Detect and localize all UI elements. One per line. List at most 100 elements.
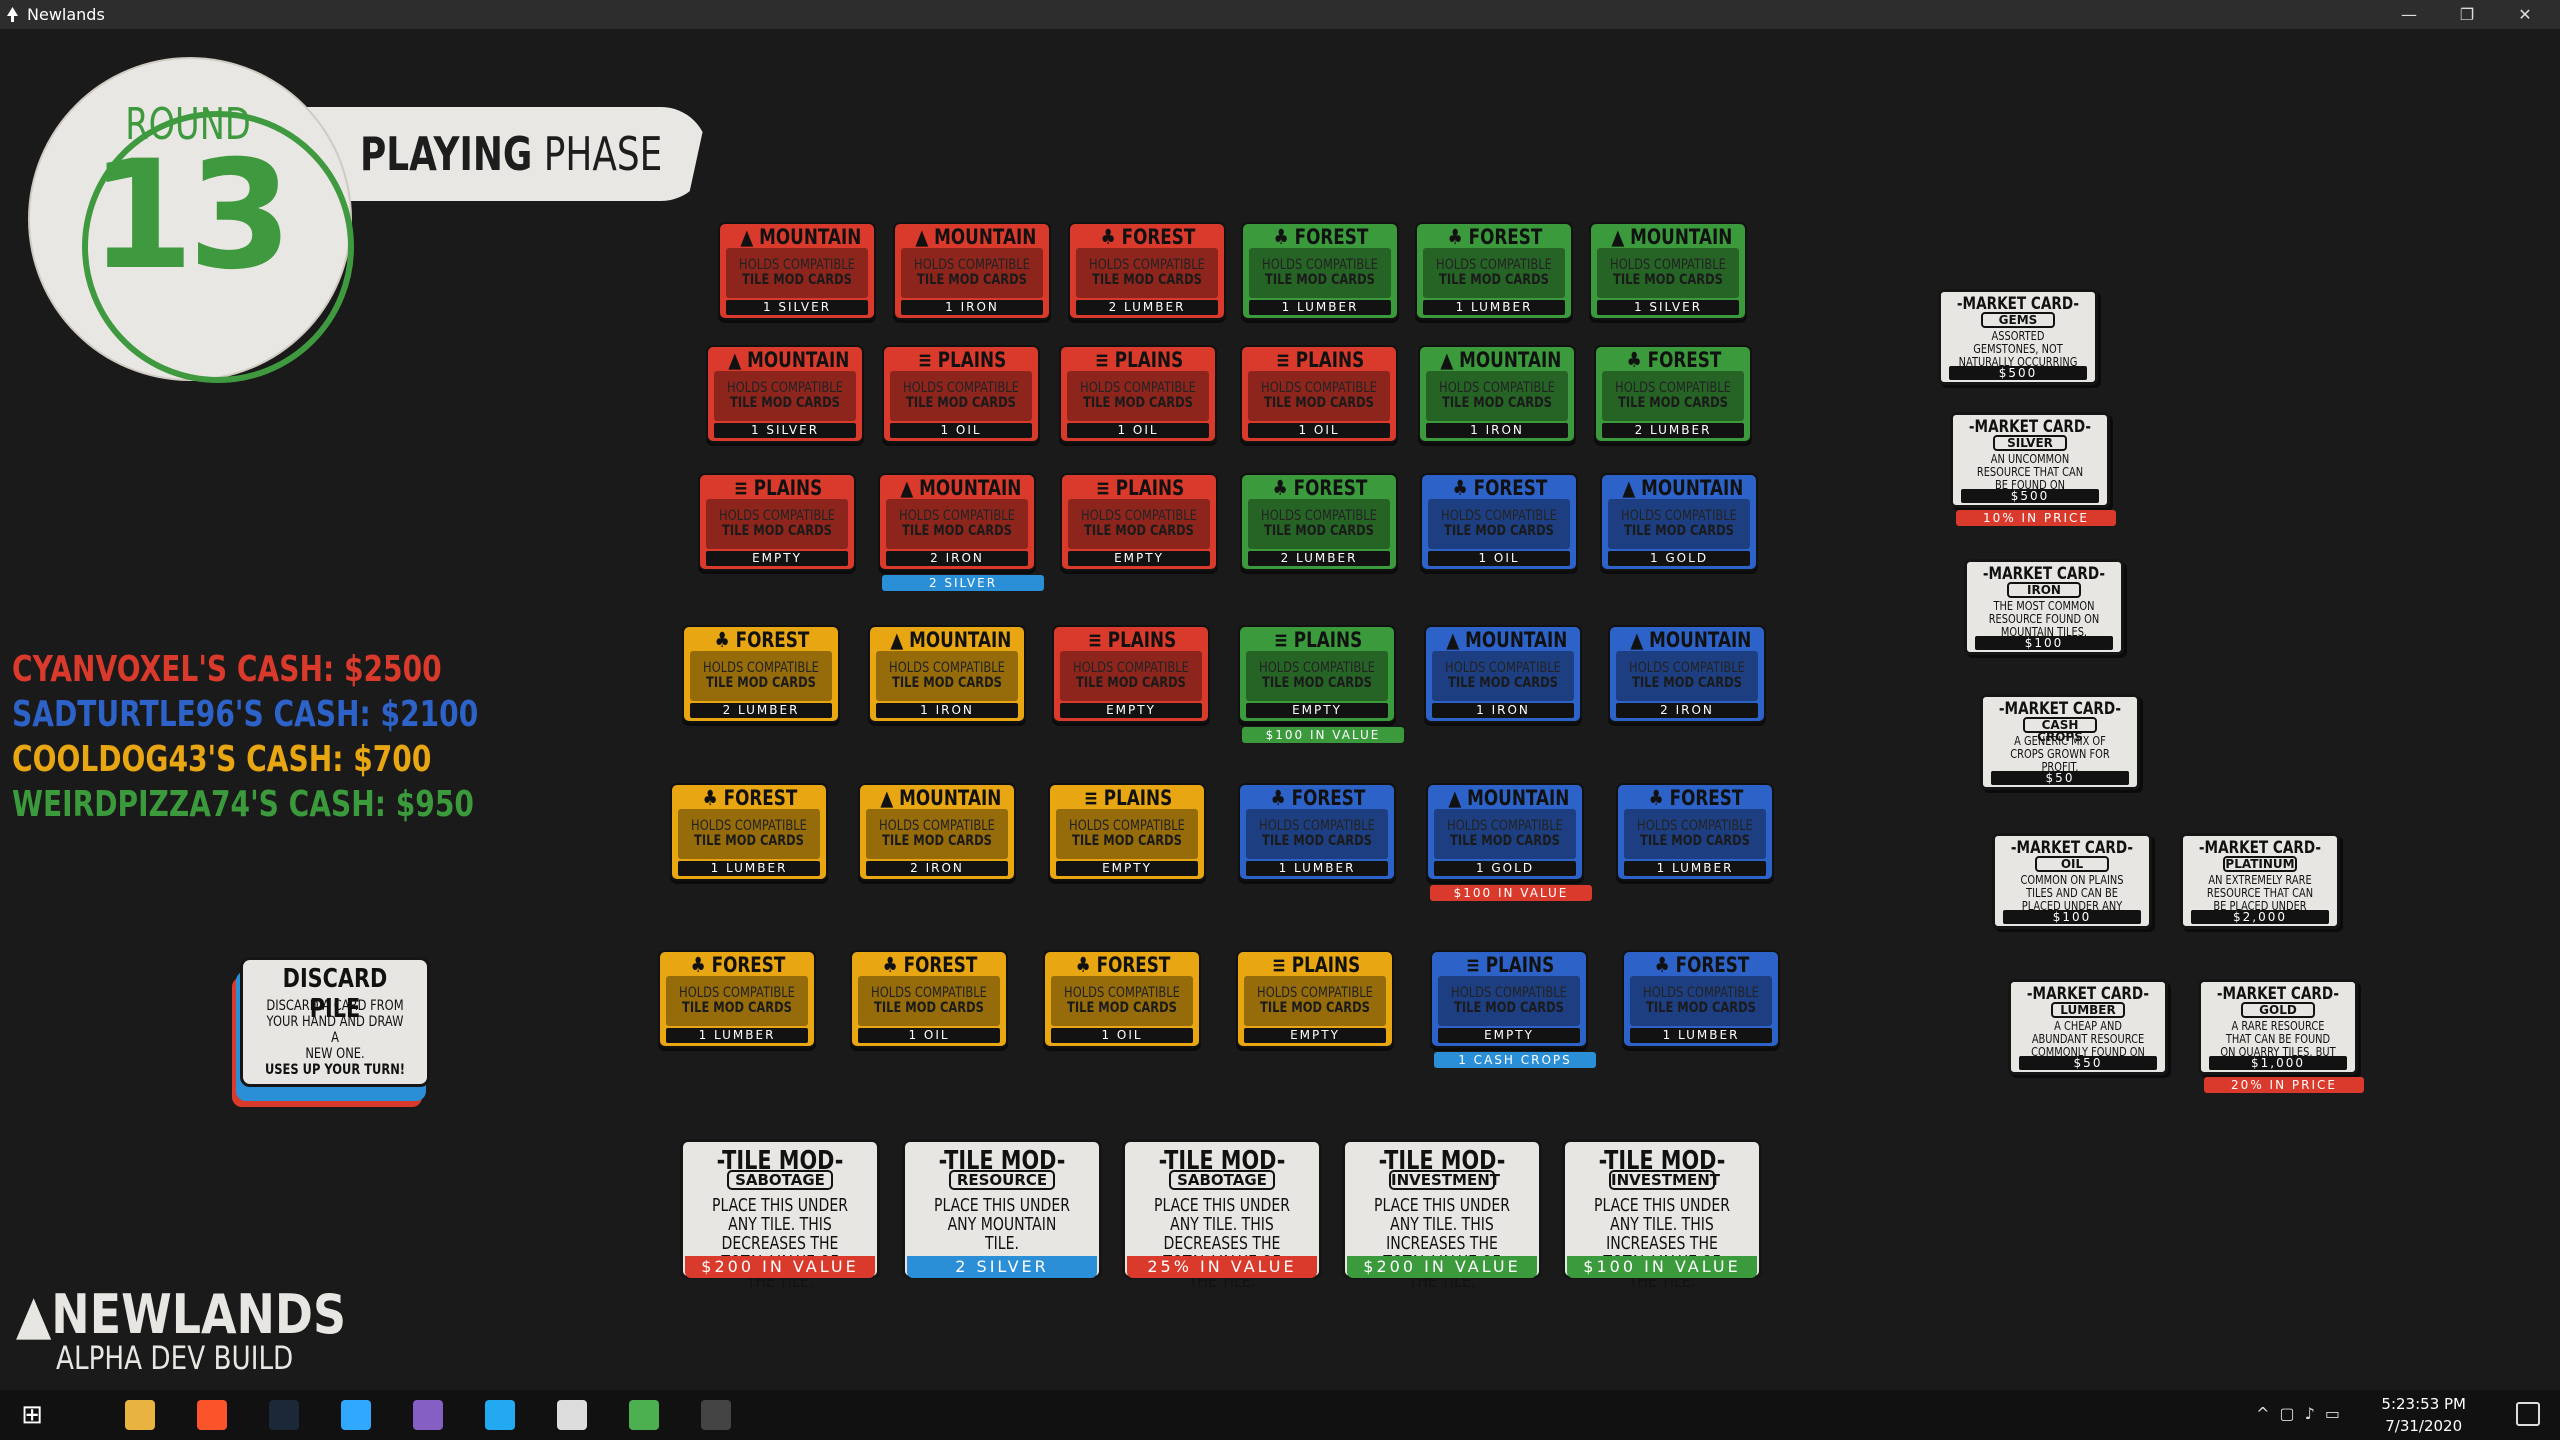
tile-card-plains[interactable]: ≡ PLAINS HOLDS COMPATIBLE TILE MOD CARDS EM…	[1236, 950, 1394, 1048]
tile-text-line-1: HOLDS COMPATIBLE	[679, 985, 795, 1001]
tile-card-plains[interactable]: ≡ PLAINS HOLDS COMPATIBLE TILE MOD CARDS 1 …	[1240, 345, 1398, 443]
market-card-lumber[interactable]: -MARKET CARD- LUMBER A CHEAP AND ABUNDANT …	[2008, 979, 2168, 1075]
tile-card-mountain[interactable]: ▲ MOUNTAIN HOLDS COMPATIBLE TILE MOD CARDS…	[1426, 783, 1584, 881]
market-card-price: $500	[1949, 366, 2087, 380]
tile-type-label: MOUNTAIN	[909, 628, 1012, 652]
market-card-gold[interactable]: -MARKET CARD- GOLD A RARE RESOURCE THAT CA…	[2198, 979, 2358, 1075]
market-card-gems[interactable]: -MARKET CARD- GEMS ASSORTED GEMSTONES, NOT…	[1938, 289, 2098, 385]
tile-card-mountain[interactable]: ▲ MOUNTAIN HOLDS COMPATIBLE TILE MOD CARDS…	[1589, 222, 1747, 320]
tile-card-forest[interactable]: ♣ FOREST HOLDS COMPATIBLE TILE MOD CARDS 1 …	[1616, 783, 1774, 881]
tile-card-resource: 1 OIL	[1051, 1028, 1193, 1043]
market-card-iron[interactable]: -MARKET CARD- IRON THE MOST COMMON RESOURC…	[1964, 559, 2124, 655]
tile-card-forest[interactable]: ♣ FOREST HOLDS COMPATIBLE TILE MOD CARDS 1 …	[1420, 473, 1578, 571]
tile-card-plains[interactable]: ≡ PLAINS HOLDS COMPATIBLE TILE MOD CARDS EM…	[698, 473, 856, 571]
tile-mod-card-investment[interactable]: -TILE MOD- INVESTMENT PLACE THIS UNDER ANY…	[1562, 1139, 1762, 1291]
market-card-price: $50	[1991, 771, 2129, 785]
tile-card-resource: 2 LUMBER	[690, 703, 832, 718]
discard-card[interactable]: DISCARD PILE DISCARD A CARD FROM YOUR HA…	[240, 957, 430, 1087]
tile-text-line-1: HOLDS COMPATIBLE	[1257, 985, 1373, 1001]
tile-card-forest[interactable]: ♣ FOREST HOLDS COMPATIBLE TILE MOD CARDS 1 …	[1622, 950, 1780, 1048]
photoshop-taskbar-button[interactable]	[328, 1395, 384, 1435]
plains-icon: ≡	[1271, 953, 1292, 977]
mountain-icon: ▲	[728, 348, 748, 372]
vscode-taskbar-button[interactable]	[472, 1395, 528, 1435]
tile-card-forest[interactable]: ♣ FOREST HOLDS COMPATIBLE TILE MOD CARDS 1 …	[658, 950, 816, 1048]
market-card-resource: GEMS	[1981, 312, 2055, 328]
logo-build: ALPHA DEV BUILD	[56, 1339, 294, 1377]
tile-type-label: MOUNTAIN	[919, 476, 1022, 500]
tile-card-mountain[interactable]: ▲ MOUNTAIN HOLDS COMPATIBLE TILE MOD CARDS…	[706, 345, 864, 443]
tile-card-mountain[interactable]: ▲ MOUNTAIN HOLDS COMPATIBLE TILE MOD CARDS…	[858, 783, 1016, 881]
tile-card-mountain[interactable]: ▲ MOUNTAIN HOLDS COMPATIBLE TILE MOD CARDS…	[1608, 625, 1766, 723]
tile-card-plains[interactable]: ≡ PLAINS HOLDS COMPATIBLE TILE MOD CARDS EM…	[1052, 625, 1210, 723]
player-cash: WEIRDPIZZA74'S CASH: $950	[12, 784, 474, 825]
tile-card-forest[interactable]: ♣ FOREST HOLDS COMPATIBLE TILE MOD CARDS 2 …	[1068, 222, 1226, 320]
market-card-oil[interactable]: -MARKET CARD- OIL COMMON ON PLAINS TILES A…	[1992, 833, 2152, 929]
tile-card-header: ♣ FOREST	[1442, 477, 1557, 499]
tile-card-mountain[interactable]: ▲ MOUNTAIN HOLDS COMPATIBLE TILE MOD CARDS…	[878, 473, 1036, 571]
tile-card-forest[interactable]: ♣ FOREST HOLDS COMPATIBLE TILE MOD CARDS 1 …	[1043, 950, 1201, 1048]
brave-taskbar-button[interactable]	[184, 1395, 240, 1435]
tile-mod-card-sabotage[interactable]: -TILE MOD- SABOTAGE PLACE THIS UNDER ANY T…	[1122, 1139, 1322, 1291]
newlands-app-taskbar-button[interactable]	[688, 1395, 744, 1435]
tile-card-header: ♣ FOREST	[1262, 477, 1377, 499]
tile-card-text: HOLDS COMPATIBLE TILE MOD CARDS	[739, 258, 855, 288]
tile-modifier-tag: 2 SILVER	[882, 575, 1044, 591]
tile-card-forest[interactable]: ♣ FOREST HOLDS COMPATIBLE TILE MOD CARDS 2 …	[1594, 345, 1752, 443]
tile-card-plains[interactable]: ≡ PLAINS HOLDS COMPATIBLE TILE MOD CARDS EM…	[1060, 473, 1218, 571]
tile-type-label: PLAINS	[1295, 348, 1365, 372]
tile-mod-card-resource[interactable]: -TILE MOD- RESOURCE PLACE THIS UNDER ANY M…	[902, 1139, 1102, 1279]
tile-mod-card-investment[interactable]: -TILE MOD- INVESTMENT PLACE THIS UNDER ANY…	[1342, 1139, 1542, 1291]
clock[interactable]: 5:23:53 PM 7/31/2020	[2381, 1393, 2466, 1437]
tile-card-mountain[interactable]: ▲ MOUNTAIN HOLDS COMPATIBLE TILE MOD CARDS…	[868, 625, 1026, 723]
market-card-silver[interactable]: -MARKET CARD- SILVER AN UNCOMMON RESOURCE …	[1950, 412, 2110, 508]
tile-text-line-2: TILE MOD CARDS	[1618, 395, 1728, 411]
tile-card-plains[interactable]: ≡ PLAINS HOLDS COMPATIBLE TILE MOD CARDS EM…	[1430, 950, 1588, 1048]
forest-icon: ♣	[690, 953, 712, 977]
file-explorer-taskbar-button[interactable]	[112, 1395, 168, 1435]
minimize-button[interactable]: —	[2380, 0, 2438, 29]
logo-name-row: ▲NEWLANDS	[16, 1283, 346, 1346]
market-card-platinum[interactable]: -MARKET CARD- PLATINUM AN EXTREMELY RARE R…	[2180, 833, 2340, 929]
tile-text-line-1: HOLDS COMPATIBLE	[1089, 257, 1205, 273]
tile-card-forest[interactable]: ♣ FOREST HOLDS COMPATIBLE TILE MOD CARDS 1 …	[1241, 222, 1399, 320]
tile-card-forest[interactable]: ♣ FOREST HOLDS COMPATIBLE TILE MOD CARDS 1 …	[850, 950, 1008, 1048]
tile-card-plains[interactable]: ≡ PLAINS HOLDS COMPATIBLE TILE MOD CARDS EM…	[1048, 783, 1206, 881]
tile-card-mountain[interactable]: ▲ MOUNTAIN HOLDS COMPATIBLE TILE MOD CARDS…	[718, 222, 876, 320]
tile-card-resource: EMPTY	[1438, 1028, 1580, 1043]
maximize-button[interactable]: ❐	[2438, 0, 2496, 29]
tile-card-forest[interactable]: ♣ FOREST HOLDS COMPATIBLE TILE MOD CARDS 1 …	[670, 783, 828, 881]
visual-studio-taskbar-button[interactable]	[400, 1395, 456, 1435]
chrome-taskbar-button[interactable]	[616, 1395, 672, 1435]
tile-card-forest[interactable]: ♣ FOREST HOLDS COMPATIBLE TILE MOD CARDS 2 …	[1240, 473, 1398, 571]
app-tree-icon	[7, 7, 18, 22]
tile-card-forest[interactable]: ♣ FOREST HOLDS COMPATIBLE TILE MOD CARDS 1 …	[1415, 222, 1573, 320]
tray-icons[interactable]: ^▢♪▭	[2256, 1404, 2350, 1423]
window-titlebar[interactable]: Newlands — ❐ ✕	[0, 0, 2560, 29]
tile-type-label: FOREST	[1647, 348, 1722, 372]
tile-mod-card-sabotage[interactable]: -TILE MOD- SABOTAGE PLACE THIS UNDER ANY T…	[680, 1139, 880, 1291]
tile-card-mountain[interactable]: ▲ MOUNTAIN HOLDS COMPATIBLE TILE MOD CARDS…	[1418, 345, 1576, 443]
unity-taskbar-button[interactable]	[544, 1395, 600, 1435]
tile-text-line-2: TILE MOD CARDS	[1067, 1000, 1177, 1016]
market-card-desc: A GENERIC MIX OF CROPS GROWN FOR PROFIT.	[2010, 734, 2110, 774]
tile-card-plains[interactable]: ≡ PLAINS HOLDS COMPATIBLE TILE MOD CARDS 1 …	[882, 345, 1040, 443]
notifications-icon[interactable]	[2516, 1402, 2540, 1426]
tile-text-line-1: HOLDS COMPATIBLE	[1439, 380, 1555, 396]
tile-text-line-1: HOLDS COMPATIBLE	[914, 257, 1030, 273]
windows-start-taskbar-button[interactable]: ⊞	[4, 1395, 60, 1435]
tile-card-mountain[interactable]: ▲ MOUNTAIN HOLDS COMPATIBLE TILE MOD CARDS…	[1424, 625, 1582, 723]
market-card-cash-crops[interactable]: -MARKET CARD- CASH CROPS A GENERIC MIX OF …	[1980, 694, 2140, 790]
tile-card-resource: 1 LUMBER	[1630, 1028, 1772, 1043]
tile-card-forest[interactable]: ♣ FOREST HOLDS COMPATIBLE TILE MOD CARDS 2 …	[682, 625, 840, 723]
tile-card-plains[interactable]: ≡ PLAINS HOLDS COMPATIBLE TILE MOD CARDS 1 …	[1059, 345, 1217, 443]
player-cash: SADTURTLE96'S CASH: $2100	[12, 694, 479, 735]
discard-pile[interactable]: DISCARD PILE DISCARD A CARD FROM YOUR HA…	[232, 957, 440, 1107]
tile-card-mountain[interactable]: ▲ MOUNTAIN HOLDS COMPATIBLE TILE MOD CARDS…	[893, 222, 1051, 320]
tile-card-plains[interactable]: ≡ PLAINS HOLDS COMPATIBLE TILE MOD CARDS EM…	[1238, 625, 1396, 723]
steam-taskbar-button[interactable]	[256, 1395, 312, 1435]
tile-card-resource: 1 SILVER	[1597, 300, 1739, 315]
tile-card-forest[interactable]: ♣ FOREST HOLDS COMPATIBLE TILE MOD CARDS 1 …	[1238, 783, 1396, 881]
close-button[interactable]: ✕	[2496, 0, 2554, 29]
tile-card-mountain[interactable]: ▲ MOUNTAIN HOLDS COMPATIBLE TILE MOD CARDS…	[1600, 473, 1758, 571]
